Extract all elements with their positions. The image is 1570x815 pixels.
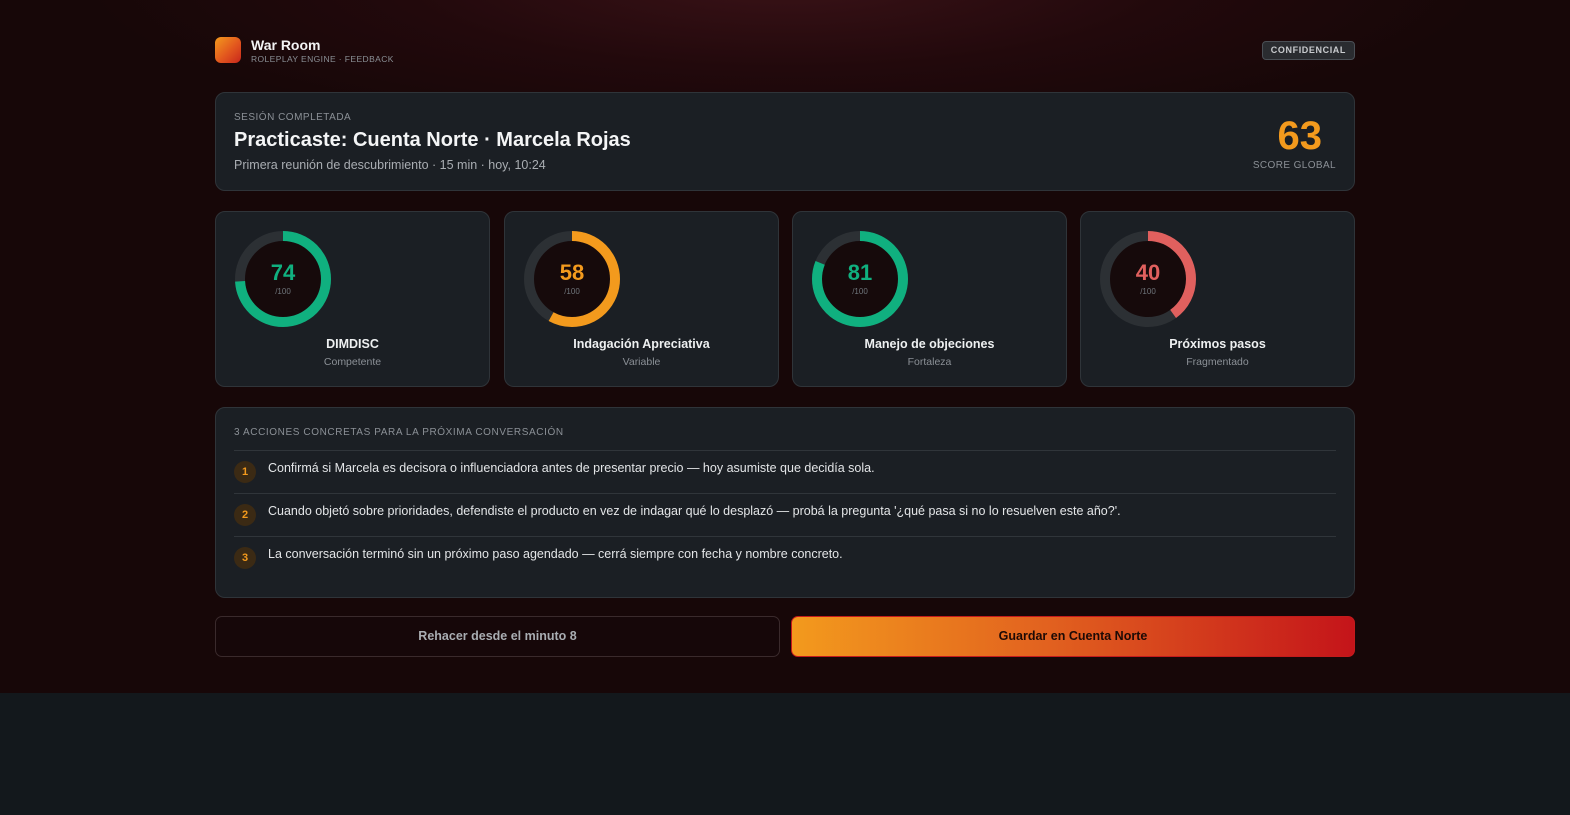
score-ring: 81 /100 <box>811 230 909 328</box>
metric-score-unit: /100 <box>564 287 580 296</box>
confidential-badge: CONFIDENCIAL <box>1261 41 1355 60</box>
metric-level: Fortaleza <box>907 356 952 368</box>
metric-name: DIMDISC <box>326 337 379 351</box>
action-number: 2 <box>234 504 256 526</box>
metric-name: Manejo de objeciones <box>864 337 995 351</box>
metric-card-objeciones: 81 /100 Manejo de objeciones Fortaleza <box>792 211 1067 387</box>
session-summary-card: SESIÓN COMPLETADA Practicaste: Cuenta No… <box>215 92 1355 191</box>
action-text: Cuando objetó sobre prioridades, defendi… <box>268 504 1121 518</box>
app-header: War Room ROLEPLAY ENGINE · FEEDBACK CONF… <box>215 36 1355 66</box>
metric-card-dimdisc: 74 /100 DIMDISC Competente <box>215 211 490 387</box>
action-item: 1 Confirmá si Marcela es decisora o infl… <box>234 450 1336 493</box>
metric-score-unit: /100 <box>852 287 868 296</box>
session-status-label: SESIÓN COMPLETADA <box>234 112 352 123</box>
action-text: Confirmá si Marcela es decisora o influe… <box>268 461 875 475</box>
metric-level: Fragmentado <box>1186 356 1249 368</box>
actions-title: 3 ACCIONES CONCRETAS PARA LA PRÓXIMA CON… <box>234 427 564 438</box>
metric-score: 40 <box>1135 260 1161 285</box>
metric-name: Indagación Apreciativa <box>573 337 710 351</box>
actions-panel: 3 ACCIONES CONCRETAS PARA LA PRÓXIMA CON… <box>215 407 1355 598</box>
global-score-value: 63 <box>1277 114 1323 158</box>
metric-name: Próximos pasos <box>1169 337 1266 351</box>
score-ring: 74 /100 <box>234 230 332 328</box>
action-item: 2 Cuando objetó sobre prioridades, defen… <box>234 493 1336 536</box>
app-name: War Room <box>251 37 321 53</box>
save-to-account-button[interactable]: Guardar en Cuenta Norte <box>791 616 1355 657</box>
action-number: 3 <box>234 547 256 569</box>
session-meta: Primera reunión de descubrimiento · 15 m… <box>234 158 546 172</box>
metric-score: 81 <box>847 260 873 285</box>
session-title: Practicaste: Cuenta Norte · Marcela Roja… <box>234 129 631 151</box>
metric-score-unit: /100 <box>275 287 291 296</box>
metric-level: Competente <box>323 356 382 368</box>
action-number: 1 <box>234 461 256 483</box>
app-logo <box>215 37 241 63</box>
metric-score: 74 <box>270 260 296 285</box>
metric-card-proximos-pasos: 40 /100 Próximos pasos Fragmentado <box>1080 211 1355 387</box>
metric-score: 58 <box>559 260 585 285</box>
score-ring: 40 /100 <box>1099 230 1197 328</box>
redo-from-minute-button[interactable]: Rehacer desde el minuto 8 <box>215 616 780 657</box>
global-score-label: SCORE GLOBAL <box>1252 160 1336 171</box>
score-ring: 58 /100 <box>523 230 621 328</box>
action-text: La conversación terminó sin un próximo p… <box>268 547 843 561</box>
app-subtitle: ROLEPLAY ENGINE · FEEDBACK <box>251 54 394 64</box>
action-item: 3 La conversación terminó sin un próximo… <box>234 536 1336 579</box>
metric-card-indagacion: 58 /100 Indagación Apreciativa Variable <box>504 211 779 387</box>
metric-score-unit: /100 <box>1140 287 1156 296</box>
metric-level: Variable <box>622 356 661 368</box>
